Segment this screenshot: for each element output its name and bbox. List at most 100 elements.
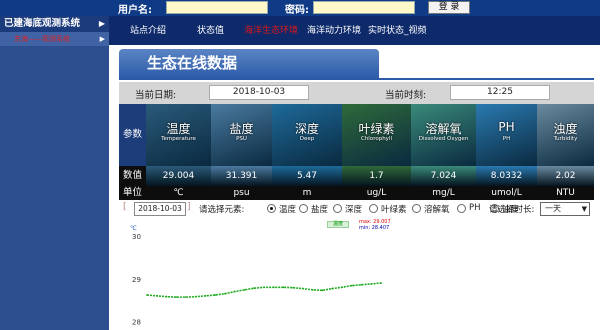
param-image-6: 浊度 Turbidity <box>537 104 594 166</box>
chevron-right-icon: ▶ <box>98 19 105 28</box>
radio-label: 盐度 <box>311 205 329 215</box>
param-image-0: 温度 Temperature <box>146 104 211 166</box>
series-point <box>185 296 187 299</box>
series-point <box>263 286 265 289</box>
duration-label: 请选择时长: <box>489 205 535 215</box>
param-image-3: 叶绿素 Chlorophyll <box>342 104 411 166</box>
param-english-name: Turbidity <box>553 136 578 142</box>
param-unit: ug/L <box>342 186 411 200</box>
series-point <box>331 287 334 290</box>
radio-button[interactable] <box>457 204 466 213</box>
nav-item-ecology[interactable]: 海洋生态环境 <box>244 23 298 36</box>
duration-value: 一天 <box>545 204 561 213</box>
series-point <box>224 292 226 295</box>
series-point <box>194 295 197 298</box>
param-value: 7.024 <box>411 166 476 186</box>
param-unit: m <box>272 186 342 200</box>
value-row-label: 数值 <box>119 166 146 186</box>
param-value: 5.47 <box>272 166 342 186</box>
password-label: 密码: <box>285 5 309 16</box>
chart-legend: 温度 <box>327 221 349 228</box>
login-button[interactable]: 登 录 <box>428 1 470 14</box>
date-label: 当前日期: <box>135 90 177 101</box>
radio-label: 温度 <box>279 205 297 215</box>
time-label: 当前时刻: <box>385 90 427 101</box>
param-english-name: Deep <box>299 136 315 142</box>
duration-select[interactable]: 一天 ▼ <box>540 202 590 216</box>
series-point <box>380 282 382 284</box>
sidebar-title: 已建海底观测系统 <box>4 18 81 29</box>
chevron-right-icon: ▶ <box>99 35 105 43</box>
param-value: 1.7 <box>342 166 411 186</box>
series-line <box>146 282 382 298</box>
date-picker[interactable]: 2018-10-03 <box>134 202 186 216</box>
param-image-4: 溶解氧 Dissolved Oxygen <box>411 104 476 166</box>
page-title: 生态在线数据 <box>147 54 238 72</box>
chart-stats: max: 29.007 min: 28.407 <box>359 219 391 231</box>
param-image-1: 盐度 PSU <box>211 104 272 166</box>
series-point <box>311 288 314 291</box>
param-image-2: 深度 Deep <box>272 104 342 166</box>
radio-button[interactable] <box>412 204 421 213</box>
nav-item-dynamics[interactable]: 海洋动力环境 <box>307 23 361 36</box>
series-point <box>282 286 285 289</box>
param-unit: mg/L <box>411 186 476 200</box>
series-point <box>233 290 236 293</box>
password-input[interactable] <box>313 1 415 14</box>
param-name: 浊度 <box>553 122 578 136</box>
date-row: 当前日期: 2018-10-03 当前时刻: 12:25 <box>119 82 594 104</box>
series-point <box>175 296 178 299</box>
param-name: 温度 <box>166 122 191 136</box>
time-value: 12:25 <box>450 85 550 100</box>
param-unit: umol/L <box>476 186 537 200</box>
date-value: 2018-10-03 <box>209 85 309 100</box>
series-point <box>155 294 158 297</box>
controls-row: [ 2018-10-03 ] 请选择元素: 温度 盐度 深度 叶绿素 溶解氧 PH 浊度 请… <box>119 202 594 218</box>
sidebar-item-station[interactable]: 东海——观测系统 ▶ <box>0 32 109 46</box>
param-english-name: PSU <box>236 136 247 142</box>
param-name: 盐度 <box>229 122 254 136</box>
series-point <box>165 295 168 298</box>
series-point <box>272 286 275 289</box>
param-unit: ℃ <box>146 186 211 200</box>
radio-button[interactable] <box>333 204 342 213</box>
series-point <box>370 282 373 285</box>
param-name: 深度 <box>294 122 319 136</box>
radio-button[interactable] <box>267 204 276 213</box>
username-input[interactable] <box>166 1 268 14</box>
bracket-icon: ] <box>187 202 191 212</box>
sidebar-item-label: 东海——观测系统 <box>14 35 70 43</box>
param-english-name: PH <box>502 136 511 142</box>
username-label: 用户名: <box>118 5 152 16</box>
series-point <box>292 286 295 289</box>
y-tick-label: 29 <box>132 276 141 284</box>
series-point <box>341 286 343 289</box>
radio-button[interactable] <box>369 204 378 213</box>
series-point <box>253 287 256 290</box>
param-row-label: 参数 <box>119 104 146 166</box>
param-name: PH <box>498 120 515 134</box>
series-point <box>321 289 324 292</box>
radio-label: PH <box>469 203 481 213</box>
param-english-name: Temperature <box>161 136 196 142</box>
min-label: min: 28.407 <box>359 225 390 231</box>
param-value: 31.391 <box>211 166 272 186</box>
bracket-icon: [ <box>123 202 127 212</box>
nav-item-site-intro[interactable]: 站点介绍 <box>130 23 166 36</box>
param-value: 8.0332 <box>476 166 537 186</box>
series-point <box>243 288 246 291</box>
sidebar-header[interactable]: 已建海底观测系统 ▶ <box>0 16 109 32</box>
param-value: 29.004 <box>146 166 211 186</box>
element-label: 请选择元素: <box>199 205 245 215</box>
series-point <box>214 294 217 296</box>
radio-button[interactable] <box>299 204 308 213</box>
y-axis-unit: ℃ <box>130 225 137 232</box>
radio-label: 溶解氧 <box>424 205 450 215</box>
nav-item-status[interactable]: 状态值 <box>197 23 224 36</box>
radio-label: 叶绿素 <box>381 205 407 215</box>
series-point <box>350 284 353 287</box>
nav-item-video[interactable]: 实时状态_视频 <box>368 23 427 36</box>
top-nav: 站点介绍 状态值 海洋生态环境 海洋动力环境 实时状态_视频 <box>109 16 600 45</box>
temperature-chart: ℃ 30 29 28 <box>130 225 382 326</box>
chevron-down-icon: ▼ <box>581 205 587 213</box>
